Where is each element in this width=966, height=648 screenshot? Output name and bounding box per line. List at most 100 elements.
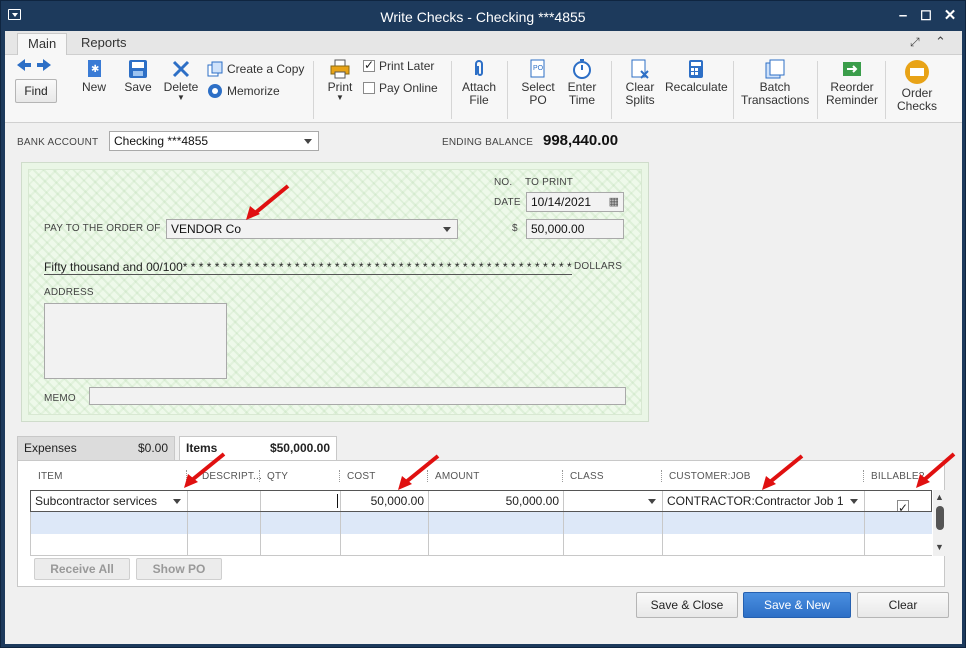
collapse-ribbon-icon[interactable]: ⌃ — [935, 34, 946, 50]
clear-splits-icon — [631, 59, 649, 79]
pay-online-checkbox[interactable]: Pay Online — [363, 81, 438, 95]
clear-button[interactable]: Clear — [857, 592, 949, 618]
select-po-button[interactable]: PO Select PO — [519, 59, 557, 107]
batch-transactions-button[interactable]: Batch Transactions — [741, 59, 809, 107]
ending-balance-label: ENDING BALANCE — [442, 137, 534, 148]
find-button[interactable]: Find — [15, 79, 57, 103]
bank-account-label: BANK ACCOUNT — [17, 137, 99, 148]
attach-file-button[interactable]: Attach File — [461, 59, 497, 107]
amount-cell[interactable]: 50,000.00 — [429, 491, 564, 511]
tab-reports[interactable]: Reports — [71, 33, 137, 55]
scrollbar-thumb[interactable] — [936, 506, 944, 530]
divider — [451, 61, 452, 119]
amount-in-words: Fifty thousand and 00/100* * * * * * * *… — [44, 260, 572, 275]
print-later-checkbox[interactable]: Print Later — [363, 58, 434, 73]
previous-icon[interactable] — [17, 59, 31, 74]
bank-account-select[interactable]: Checking ***4855 — [109, 131, 319, 151]
column-header-item[interactable]: ITEM — [38, 471, 63, 482]
table-row[interactable] — [30, 512, 932, 534]
payee-select[interactable]: VENDOR Co — [166, 219, 458, 239]
customer-job-cell[interactable]: CONTRACTOR:Contractor Job 1 — [663, 491, 865, 511]
cost-cell[interactable]: 50,000.00 — [341, 491, 429, 511]
amount-field[interactable]: 50,000.00 — [526, 219, 624, 239]
column-divider[interactable] — [562, 470, 563, 482]
column-header-customer-job[interactable]: CUSTOMER:JOB — [669, 471, 751, 482]
clear-splits-button[interactable]: Clear Splits — [621, 59, 659, 107]
enter-time-button[interactable]: Enter Time — [565, 59, 599, 107]
minimize-icon[interactable]: – — [894, 7, 912, 25]
billable-cell[interactable] — [865, 491, 931, 511]
expand-icon[interactable]: ⤢ — [910, 35, 920, 50]
show-po-button[interactable]: Show PO — [136, 558, 222, 580]
print-button[interactable]: Print ▼ — [325, 59, 355, 102]
window-title: Write Checks - Checking ***4855 — [380, 9, 586, 25]
print-later-check-icon[interactable] — [363, 58, 375, 72]
dollar-sign: $ — [512, 223, 518, 234]
item-cell[interactable]: Subcontractor services — [31, 491, 188, 511]
address-field[interactable] — [44, 303, 227, 379]
divider — [611, 61, 612, 119]
date-field[interactable]: 10/14/2021 ▦ — [526, 192, 624, 212]
chevron-down-icon[interactable] — [648, 499, 656, 504]
column-header-cost[interactable]: COST — [347, 471, 376, 482]
scroll-down-icon[interactable]: ▼ — [935, 542, 944, 552]
column-divider[interactable] — [661, 470, 662, 482]
new-button[interactable]: ✱ New — [79, 59, 109, 94]
create-copy-button[interactable]: Create a Copy — [207, 61, 304, 77]
ribbon-toolbar: Find ✱ New Save Delete ▼ Create a Copy M… — [5, 55, 962, 123]
annotation-arrow-icon — [762, 454, 804, 490]
maximize-icon[interactable]: ☐ — [917, 7, 935, 25]
check-number-value[interactable]: TO PRINT — [525, 177, 573, 188]
check-number-label: NO. — [494, 177, 513, 188]
memorize-button[interactable]: Memorize — [207, 83, 280, 99]
table-row[interactable] — [30, 534, 932, 556]
pay-to-label: PAY TO THE ORDER OF — [44, 223, 161, 234]
column-divider[interactable] — [339, 470, 340, 482]
billable-checkbox[interactable] — [897, 498, 909, 511]
column-header-class[interactable]: CLASS — [570, 471, 604, 482]
column-divider[interactable] — [863, 470, 864, 482]
dollars-label: DOLLARS — [574, 261, 623, 272]
vertical-scrollbar[interactable]: ▲ ▼ — [933, 490, 946, 556]
column-divider[interactable] — [259, 470, 260, 482]
save-button[interactable]: Save — [121, 59, 155, 94]
memo-field[interactable] — [89, 387, 626, 405]
divider — [313, 61, 314, 119]
batch-icon — [765, 59, 785, 79]
divider — [733, 61, 734, 119]
annotation-arrow-icon — [184, 452, 226, 488]
recalculate-button[interactable]: Recalculate — [665, 59, 728, 94]
annotation-arrow-icon — [916, 452, 956, 488]
reorder-reminder-button[interactable]: Reorder Reminder — [825, 59, 879, 107]
class-cell[interactable] — [564, 491, 663, 511]
print-dropdown-icon[interactable]: ▼ — [325, 94, 355, 102]
qty-cell[interactable] — [261, 491, 341, 511]
order-checks-button[interactable]: Order Checks — [893, 59, 941, 113]
save-and-new-button[interactable]: Save & New — [743, 592, 851, 618]
next-icon[interactable] — [37, 59, 51, 74]
delete-dropdown-icon[interactable]: ▼ — [163, 94, 199, 102]
chevron-down-icon[interactable] — [173, 499, 181, 504]
write-checks-window: Write Checks - Checking ***4855 – ☐ ✕ Ma… — [0, 0, 966, 648]
save-icon — [129, 60, 147, 78]
calendar-icon[interactable]: ▦ — [609, 193, 619, 211]
tab-main[interactable]: Main — [17, 33, 68, 55]
description-cell[interactable] — [188, 491, 261, 511]
svg-text:PO: PO — [533, 65, 544, 72]
close-icon[interactable]: ✕ — [941, 7, 959, 25]
text-cursor — [337, 494, 338, 508]
printer-icon — [330, 59, 350, 79]
column-header-qty[interactable]: QTY — [267, 471, 288, 482]
svg-text:✱: ✱ — [91, 64, 99, 75]
pay-online-check-icon[interactable] — [363, 82, 375, 94]
divider — [507, 61, 508, 119]
chevron-down-icon[interactable] — [850, 499, 858, 504]
tab-expenses[interactable]: Expenses $0.00 — [17, 436, 175, 460]
save-and-close-button[interactable]: Save & Close — [636, 592, 738, 618]
copy-icon — [207, 61, 223, 77]
chevron-down-icon — [443, 227, 451, 232]
scroll-up-icon[interactable]: ▲ — [935, 492, 944, 502]
delete-button[interactable]: Delete ▼ — [163, 59, 199, 102]
receive-all-button[interactable]: Receive All — [34, 558, 130, 580]
title-bar: Write Checks - Checking ***4855 – ☐ ✕ — [1, 1, 965, 31]
